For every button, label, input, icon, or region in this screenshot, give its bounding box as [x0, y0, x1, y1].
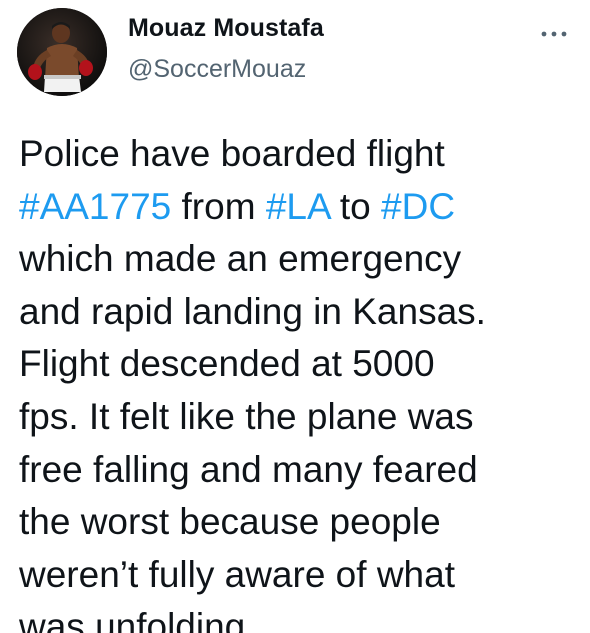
tweet-text-line: which made an emergency	[19, 238, 462, 280]
tweet-text-line: Flight descended at 5000	[19, 343, 435, 385]
tweet-text: Police have boarded flight #AA1775 from …	[19, 128, 584, 633]
tweet-text-line: was unfolding	[19, 606, 246, 633]
tweet-text-line: the worst because people	[19, 501, 441, 543]
tweet-text-line: and rapid landing in Kansas.	[19, 290, 486, 332]
tweet-text-fragment: from	[171, 185, 266, 227]
tweet-text-line: weren’t fully aware of what	[19, 553, 455, 595]
tweet-text-line: free falling and many feared	[19, 448, 478, 490]
more-options-icon	[541, 31, 567, 37]
tweet-card: Mouaz Moustafa @SoccerMouaz Police have …	[0, 0, 590, 633]
tweet-text-line: fps. It felt like the plane was	[19, 395, 474, 437]
tweet-text-line: Police have boarded flight	[19, 133, 445, 174]
tweet-text-fragment: to	[329, 185, 382, 227]
author-avatar[interactable]	[17, 8, 107, 96]
author-handle[interactable]: @SoccerMouaz	[128, 55, 306, 84]
hashtag-origin-link[interactable]: #LA	[266, 186, 330, 227]
tweet-text-line: #AA1775 from #LA to #DC	[19, 181, 584, 234]
author-display-name[interactable]: Mouaz Moustafa	[128, 14, 324, 43]
hashtag-destination-link[interactable]: #DC	[381, 186, 455, 227]
more-options-button[interactable]	[536, 22, 572, 46]
hashtag-flight-link[interactable]: #AA1775	[19, 186, 171, 227]
boxer-avatar-icon	[17, 8, 107, 96]
